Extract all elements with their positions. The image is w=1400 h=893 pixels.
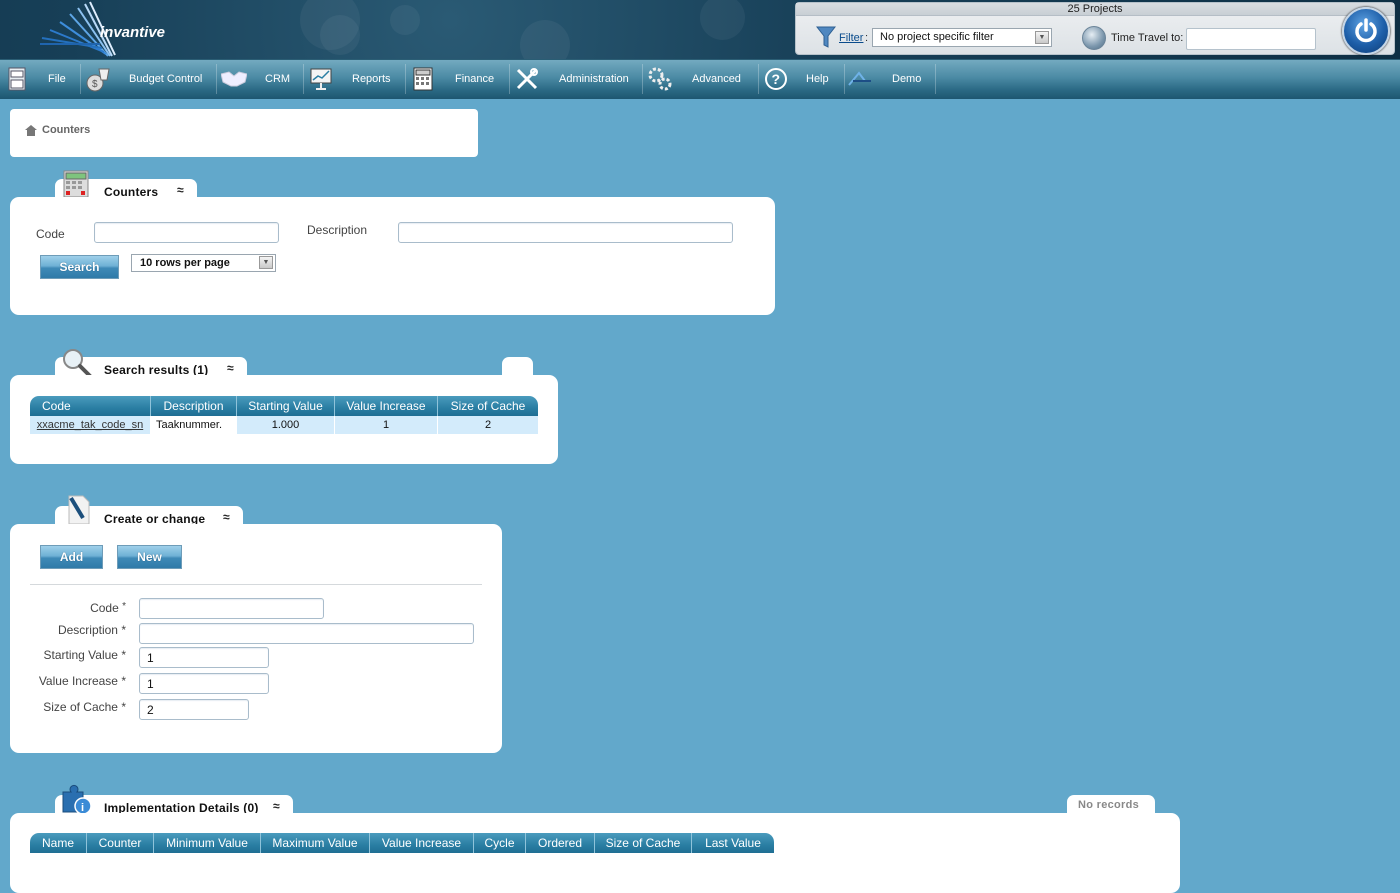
- counter-code-link[interactable]: xxacme_tak_code_sn: [37, 419, 143, 431]
- question-icon: ?: [763, 66, 789, 92]
- home-icon[interactable]: [25, 125, 37, 139]
- column-header-maximum-value[interactable]: Maximum Value: [261, 833, 370, 853]
- menu-finance[interactable]: Finance: [406, 60, 506, 100]
- column-header-minimum-value[interactable]: Minimum Value: [154, 833, 261, 853]
- field-label-value-increase: Value Increase *: [38, 674, 126, 688]
- power-icon: [1355, 18, 1377, 43]
- gears-icon: [647, 66, 673, 92]
- project-count: 25 Projects: [796, 3, 1394, 16]
- menu-reports[interactable]: Reports: [304, 60, 404, 100]
- project-panel: 25 Projects Filter : No project specific…: [795, 2, 1395, 55]
- tools-icon: [514, 66, 540, 92]
- menu-file[interactable]: File: [0, 60, 80, 100]
- menu-crm[interactable]: CRM: [217, 60, 303, 100]
- app-header: invantive 25 Projects Filter : No projec…: [0, 0, 1400, 59]
- filter-link[interactable]: Filter: [839, 32, 863, 44]
- invantive-logo[interactable]: invantive: [30, 0, 165, 58]
- table-row[interactable]: xxacme_tak_code_sn Taaknummer. 1.000 1 2: [30, 416, 538, 434]
- code-search-input[interactable]: [94, 222, 279, 243]
- impl-panel: Name Counter Minimum Value Maximum Value…: [10, 813, 1180, 893]
- dropdown-arrow-icon[interactable]: ▼: [259, 256, 273, 269]
- description-label: Description: [307, 223, 368, 237]
- filter-funnel-icon: [815, 25, 837, 52]
- divider: [30, 584, 482, 585]
- code-label: Code: [36, 227, 65, 241]
- column-header-cycle[interactable]: Cycle: [474, 833, 526, 853]
- menu-help[interactable]: ? Help: [759, 60, 844, 100]
- logout-power-button[interactable]: [1342, 7, 1390, 55]
- column-header-value-increase[interactable]: Value Increase: [370, 833, 474, 853]
- time-travel-label: Time Travel to:: [1111, 32, 1184, 44]
- value-increase-field[interactable]: [139, 673, 269, 694]
- time-travel-icon: [1082, 26, 1106, 50]
- menu-advanced[interactable]: Advanced: [643, 60, 758, 100]
- column-header-counter[interactable]: Counter: [87, 833, 154, 853]
- column-header-description[interactable]: Description: [151, 396, 237, 416]
- demo-logo-icon: [847, 66, 873, 92]
- filter-colon: :: [865, 32, 869, 44]
- field-label-starting-value: Starting Value *: [43, 648, 126, 662]
- menu-demo[interactable]: Demo: [845, 60, 935, 100]
- column-header-code[interactable]: Code: [30, 396, 151, 416]
- add-button[interactable]: Add: [40, 545, 103, 569]
- breadcrumb-current: Counters: [42, 124, 91, 136]
- edit-panel: Add New Code * Description * Starting Va…: [10, 524, 502, 753]
- cell-value-increase: 1: [335, 416, 438, 434]
- column-header-starting-value[interactable]: Starting Value: [237, 396, 335, 416]
- money-bag-icon: $: [85, 66, 111, 92]
- svg-text:$: $: [92, 79, 98, 90]
- results-panel: Code Description Starting Value Value In…: [10, 375, 558, 464]
- cell-size-of-cache: 2: [484, 419, 492, 431]
- column-header-name[interactable]: Name: [30, 833, 87, 853]
- collapse-icon[interactable]: ≈: [223, 510, 230, 524]
- column-header-ordered[interactable]: Ordered: [526, 833, 595, 853]
- description-field[interactable]: [139, 623, 474, 644]
- results-grid-header: Code Description Starting Value Value In…: [30, 396, 538, 416]
- svg-text:?: ?: [772, 71, 781, 87]
- starting-value-field[interactable]: [139, 647, 269, 668]
- main-menu-bar: File $ Budget Control CRM Reports Financ…: [0, 59, 1400, 99]
- column-header-size-of-cache[interactable]: Size of Cache: [438, 396, 538, 416]
- cell-description: Taaknummer.: [151, 416, 237, 434]
- new-button[interactable]: New: [117, 545, 182, 569]
- project-filter-value: No project specific filter: [880, 31, 994, 43]
- rows-per-page-value: 10 rows per page: [140, 257, 230, 269]
- file-cabinet-icon: [4, 66, 30, 92]
- description-search-input[interactable]: [398, 222, 733, 243]
- project-filter-select[interactable]: No project specific filter ▼: [872, 28, 1052, 47]
- size-of-cache-field[interactable]: [139, 699, 249, 720]
- field-label-description: Description *: [57, 623, 126, 637]
- breadcrumb: Counters: [10, 109, 478, 157]
- column-header-last-value[interactable]: Last Value: [692, 833, 774, 853]
- cell-starting-value: 1.000: [237, 416, 335, 434]
- menu-separator: [935, 64, 936, 94]
- handshake-icon: [221, 66, 247, 92]
- collapse-icon[interactable]: ≈: [227, 361, 234, 375]
- field-label-code: Code *: [90, 601, 126, 615]
- menu-administration[interactable]: Administration: [510, 60, 642, 100]
- column-header-value-increase[interactable]: Value Increase: [335, 396, 438, 416]
- field-label-size-of-cache: Size of Cache *: [43, 700, 126, 714]
- impl-grid-header: Name Counter Minimum Value Maximum Value…: [30, 833, 774, 853]
- menu-budget-control[interactable]: $ Budget Control: [81, 60, 216, 100]
- collapse-icon[interactable]: ≈: [177, 183, 184, 197]
- calculator-icon: [410, 66, 436, 92]
- presentation-board-icon: [308, 66, 334, 92]
- search-panel: Code Description Search 10 rows per page…: [10, 197, 775, 315]
- search-button[interactable]: Search: [40, 255, 119, 279]
- time-travel-input[interactable]: [1186, 28, 1316, 50]
- collapse-icon[interactable]: ≈: [273, 799, 280, 813]
- dropdown-arrow-icon[interactable]: ▼: [1035, 31, 1049, 44]
- rows-per-page-select[interactable]: 10 rows per page ▼: [131, 254, 276, 272]
- no-records-label: No records: [1078, 799, 1140, 811]
- column-header-size-of-cache[interactable]: Size of Cache: [595, 833, 692, 853]
- code-field[interactable]: [139, 598, 324, 619]
